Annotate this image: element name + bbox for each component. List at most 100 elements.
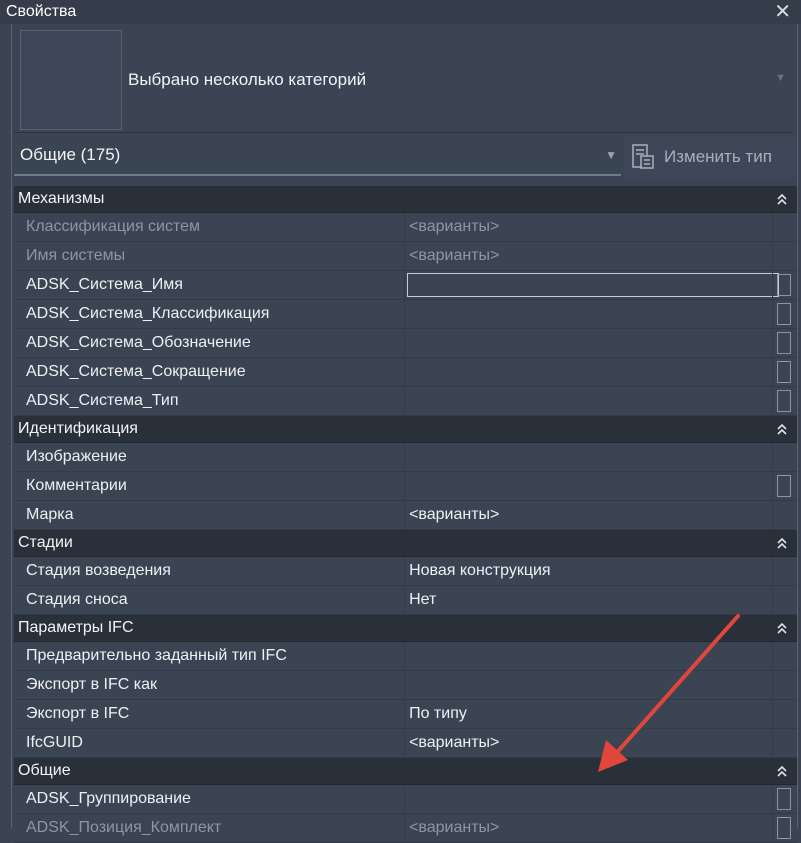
property-value[interactable] [405,785,772,813]
property-name: Изображение [14,443,406,471]
property-name: ADSK_Система_Тип [14,387,406,415]
property-value[interactable]: <варианты> [405,501,772,529]
close-icon[interactable]: ✕ [774,1,791,23]
associate-parameter-button [772,700,797,728]
property-value-text: <варианты> [409,506,500,523]
property-name: ADSK_Система_Имя [14,271,406,299]
collapse-icon[interactable] [767,186,797,212]
property-row[interactable]: Изображение [14,443,797,472]
property-value-text: <варианты> [409,247,500,264]
property-value[interactable] [405,358,772,386]
type-name: Выбрано несколько категорий [128,70,367,89]
associate-parameter-button[interactable] [772,387,797,415]
title-bar: Свойства ✕ [0,0,801,24]
property-value[interactable]: <варианты> [405,213,772,241]
associate-parameter-button [772,501,797,529]
chevron-down-icon[interactable]: ▼ [605,148,617,162]
type-selector[interactable]: Выбрано несколько категорий ▼ [14,26,792,133]
associate-parameter-button[interactable] [772,271,797,299]
group-header[interactable]: Стадии [14,530,797,557]
parameter-box-icon [777,475,792,497]
property-value[interactable] [405,387,772,415]
property-row[interactable]: ADSK_Система_Обозначение [14,329,797,358]
group-title: Механизмы [18,190,105,207]
parameter-box-icon [777,788,792,810]
property-row[interactable]: Классификация систем <варианты> [14,213,797,242]
group-title: Общие [18,762,71,779]
property-name: Стадия возведения [14,557,406,585]
property-name: Имя системы [14,242,406,270]
property-row[interactable]: ADSK_Система_Имя [14,271,797,300]
associate-parameter-button[interactable] [772,329,797,357]
property-value-text: <варианты> [409,734,500,751]
property-row[interactable]: ADSK_Система_Классификация [14,300,797,329]
associate-parameter-button[interactable] [772,472,797,500]
associate-parameter-button [772,557,797,585]
property-name: Классификация систем [14,213,406,241]
property-name: ADSK_Система_Классификация [14,300,406,328]
property-value[interactable]: <варианты> [405,242,772,270]
window-title: Свойства [6,3,77,20]
edit-type-button[interactable]: Изменить тип [624,136,796,178]
collapse-icon[interactable] [767,530,797,556]
property-row[interactable]: ADSK_Группирование [14,785,797,814]
chevron-down-icon[interactable]: ▼ [775,72,786,84]
property-name: Комментарии [14,472,406,500]
associate-parameter-button[interactable] [772,814,797,842]
property-value-input[interactable] [407,273,780,297]
associate-parameter-button [772,729,797,757]
associate-parameter-button[interactable] [772,300,797,328]
property-value-text: Новая конструкция [409,562,551,579]
associate-parameter-button [772,586,797,614]
associate-parameter-button[interactable] [772,358,797,386]
collapse-icon[interactable] [767,615,797,641]
associate-parameter-button [772,642,797,670]
parameter-box-icon [777,303,792,325]
property-value[interactable] [405,329,772,357]
category-filter-label: Общие (175) [20,145,121,164]
property-row[interactable]: Комментарии [14,472,797,501]
property-value[interactable] [405,300,772,328]
property-row[interactable]: ADSK_Позиция_Комплект <варианты> [14,814,797,843]
parameter-box-icon [777,274,792,296]
property-value-text: <варианты> [409,218,500,235]
property-row[interactable]: Имя системы <варианты> [14,242,797,271]
property-value[interactable] [405,472,772,500]
property-name: Предварительно заданный тип IFC [14,642,406,670]
group-header[interactable]: Идентификация [14,416,797,443]
parameter-box-icon [777,390,792,412]
property-name: ADSK_Позиция_Комплект [14,814,406,842]
parameter-box-icon [777,361,792,383]
property-row[interactable]: ADSK_Система_Тип [14,387,797,416]
property-row[interactable]: ADSK_Система_Сокращение [14,358,797,387]
associate-parameter-button[interactable] [772,785,797,813]
property-row[interactable]: Марка <варианты> [14,501,797,530]
type-preview-image [20,30,122,130]
parameter-box-icon [777,332,792,354]
panel-right-border [797,24,798,828]
property-name: ADSK_Система_Обозначение [14,329,406,357]
property-value-text: По типу [409,705,467,722]
parameter-box-icon [777,817,792,839]
annotation-arrow [598,614,740,772]
property-name: ADSK_Система_Сокращение [14,358,406,386]
collapse-icon[interactable] [767,416,797,442]
associate-parameter-button [772,213,797,241]
group-title: Стадии [18,534,73,551]
group-title: Параметры IFC [18,619,134,636]
edit-type-icon [632,144,654,169]
group-title: Идентификация [18,420,138,437]
property-row[interactable]: Стадия возведения Новая конструкция [14,557,797,586]
collapse-icon[interactable] [767,758,797,784]
property-value[interactable]: <варианты> [405,814,772,842]
associate-parameter-button [772,242,797,270]
property-value-text: Нет [409,591,437,608]
property-name: Стадия сноса [14,586,406,614]
associate-parameter-button [772,671,797,699]
property-value[interactable] [405,271,780,299]
property-value[interactable] [405,443,772,471]
category-filter-dropdown[interactable]: Общие (175) ▼ [14,136,621,176]
group-header[interactable]: Механизмы [14,186,797,213]
property-name: Экспорт в IFC [14,700,406,728]
property-value[interactable]: Новая конструкция [405,557,772,585]
